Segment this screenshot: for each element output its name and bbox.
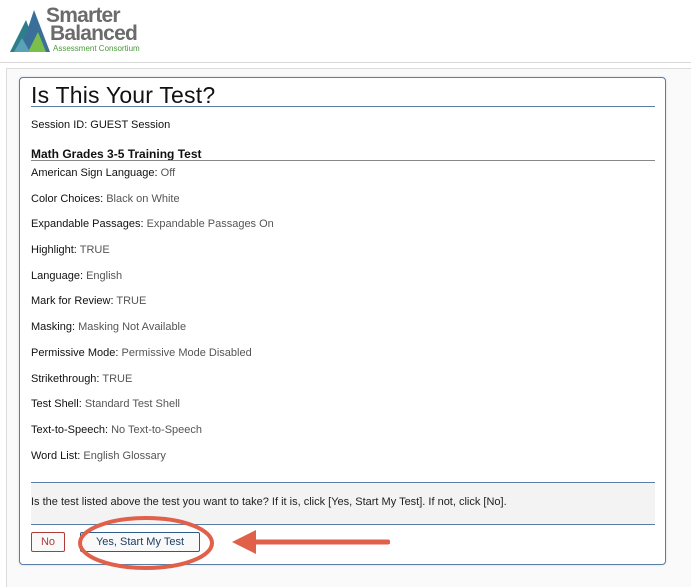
prompt-text: Is the test listed above the test you wa… bbox=[31, 496, 507, 508]
logo-tagline: Assessment Consortium bbox=[53, 44, 140, 53]
setting-row: Highlight: TRUE bbox=[31, 244, 651, 270]
setting-label: Color Choices: bbox=[31, 192, 104, 205]
test-name: Math Grades 3-5 Training Test bbox=[31, 147, 202, 161]
setting-label: Strikethrough: bbox=[31, 372, 100, 385]
setting-row: Word List: English Glossary bbox=[31, 450, 651, 476]
setting-row: American Sign Language: Off bbox=[31, 167, 651, 193]
setting-row: Expandable Passages: Expandable Passages… bbox=[31, 218, 651, 244]
setting-row: Language: English bbox=[31, 270, 651, 296]
session-id: Session ID: GUEST Session bbox=[31, 119, 171, 131]
test-confirmation-dialog: Is This Your Test? Session ID: GUEST Ses… bbox=[19, 77, 666, 565]
setting-label: Text-to-Speech: bbox=[31, 423, 109, 436]
setting-label: Language: bbox=[31, 269, 83, 282]
setting-value: Expandable Passages On bbox=[146, 218, 274, 231]
setting-row: Text-to-Speech: No Text-to-Speech bbox=[31, 424, 651, 450]
setting-row: Strikethrough: TRUE bbox=[31, 373, 651, 399]
setting-row: Test Shell: Standard Test Shell bbox=[31, 398, 651, 424]
setting-label: Word List: bbox=[31, 449, 81, 462]
dialog-title: Is This Your Test? bbox=[31, 82, 216, 108]
setting-value: TRUE bbox=[116, 295, 147, 308]
setting-row: Color Choices: Black on White bbox=[31, 193, 651, 219]
setting-label: Highlight: bbox=[31, 244, 77, 257]
page-header: Smarter Balanced Assessment Consortium bbox=[0, 0, 691, 62]
setting-label: Expandable Passages: bbox=[31, 218, 144, 231]
setting-value: Permissive Mode Disabled bbox=[121, 346, 252, 359]
setting-value: English Glossary bbox=[83, 449, 166, 462]
setting-label: Permissive Mode: bbox=[31, 346, 119, 359]
yes-start-my-test-button[interactable]: Yes, Start My Test bbox=[80, 532, 200, 552]
setting-label: Test Shell: bbox=[31, 398, 82, 411]
logo-wordmark-line2: Balanced bbox=[50, 22, 138, 45]
setting-value: Masking Not Available bbox=[78, 321, 187, 334]
setting-value: No Text-to-Speech bbox=[111, 423, 203, 436]
header-divider bbox=[0, 62, 691, 63]
title-divider bbox=[31, 106, 655, 107]
setting-value: English bbox=[86, 269, 123, 282]
smarter-balanced-logo: Smarter Balanced Assessment Consortium bbox=[8, 5, 168, 54]
setting-row: Mark for Review: TRUE bbox=[31, 295, 651, 321]
setting-value: Off bbox=[160, 167, 176, 179]
setting-row: Masking: Masking Not Available bbox=[31, 321, 651, 347]
setting-label: Masking: bbox=[31, 321, 76, 334]
setting-label: Mark for Review: bbox=[31, 295, 114, 308]
setting-row: Permissive Mode: Permissive Mode Disable… bbox=[31, 347, 651, 373]
setting-value: TRUE bbox=[102, 372, 133, 385]
settings-list: American Sign Language: Off Color Choice… bbox=[31, 167, 651, 475]
setting-value: TRUE bbox=[79, 244, 110, 257]
confirmation-prompt: Is the test listed above the test you wa… bbox=[31, 482, 655, 525]
test-name-divider bbox=[31, 160, 655, 161]
setting-label: American Sign Language: bbox=[31, 167, 158, 179]
setting-value: Black on White bbox=[106, 192, 180, 205]
no-button[interactable]: No bbox=[31, 532, 65, 552]
setting-value: Standard Test Shell bbox=[84, 398, 181, 411]
